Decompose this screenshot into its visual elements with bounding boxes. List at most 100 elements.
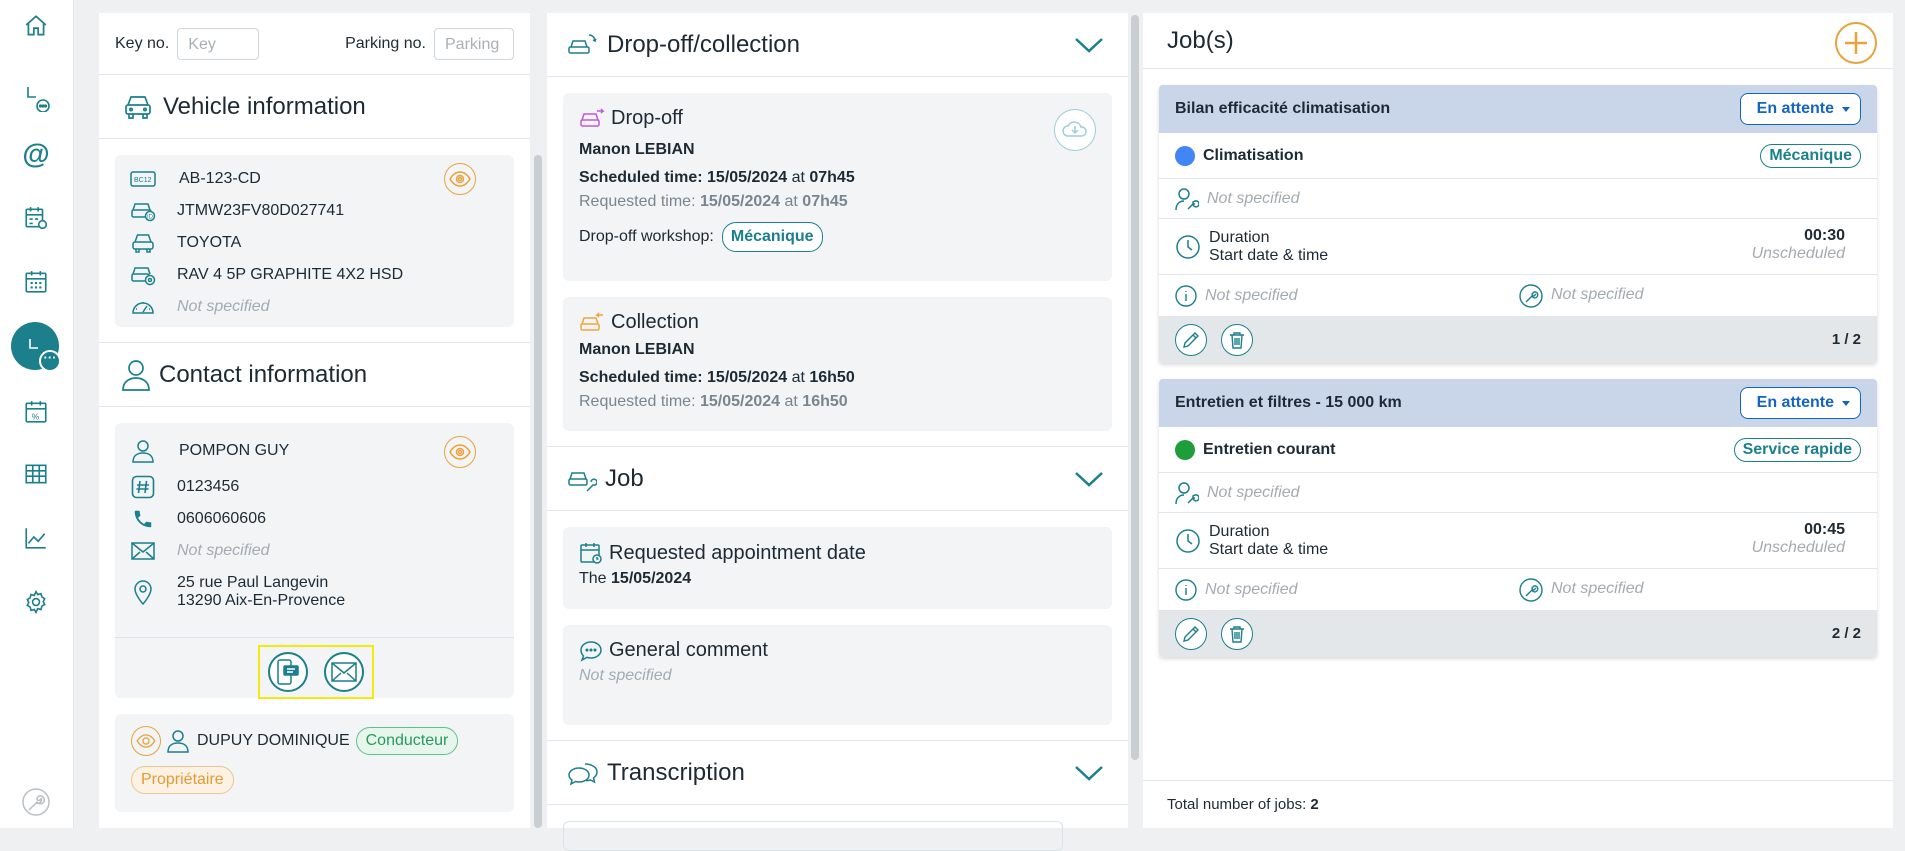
collection-scheduled-date: 15/05/2024 (707, 369, 788, 386)
appointment-card: Requested appointment date The 15/05/202… (563, 527, 1112, 609)
add-job-button[interactable] (1835, 22, 1877, 64)
category-color-dot (1175, 439, 1195, 460)
person-icon (167, 730, 189, 753)
home-icon[interactable] (16, 6, 56, 46)
left-scrollbar[interactable] (534, 155, 542, 828)
start-label: Start date & time (1209, 246, 1329, 264)
collection-scheduled-label: Scheduled time: (579, 369, 703, 386)
calendar-icon (580, 543, 602, 564)
wrench-icon (1519, 284, 1543, 308)
info-value: Not specified (1205, 580, 1298, 598)
contact-eye-icon[interactable] (444, 436, 476, 468)
chevron-down-icon (1075, 472, 1103, 487)
settings-gear-icon[interactable] (16, 582, 56, 622)
dropoff-collection-header[interactable]: Drop-off/collection (547, 13, 1128, 77)
planning-board-icon[interactable] (16, 198, 56, 238)
info-icon (1175, 284, 1197, 307)
collection-card: Collection Manon LEBIAN Scheduled time: … (563, 297, 1112, 431)
chevron-down-icon (1075, 38, 1103, 53)
table-icon[interactable] (16, 454, 56, 494)
job-title: Bilan efficacité climatisation (1175, 100, 1391, 117)
job-header[interactable]: Job (547, 447, 1128, 511)
parking-label: Parking no. (345, 34, 426, 52)
wrench-icon (1519, 578, 1543, 602)
promo-calendar-icon[interactable]: % (16, 392, 56, 432)
collection-requested-time: 16h50 (802, 393, 848, 410)
email-row: Not specified (115, 535, 514, 567)
transcription-title: Transcription (607, 758, 745, 786)
status-dropdown[interactable]: En attente (1739, 387, 1861, 419)
delete-trash-icon[interactable] (1221, 618, 1253, 650)
person-icon (122, 359, 150, 391)
send-email-icon[interactable] (324, 652, 364, 692)
send-sms-icon[interactable] (268, 652, 308, 692)
email-at-icon[interactable]: @ (16, 134, 56, 174)
tool-value: Not specified (1551, 580, 1644, 597)
dropoff-scheduled-label: Scheduled time: (579, 169, 703, 186)
parking-input[interactable]: Parking (434, 27, 514, 60)
more-dots-icon: ··· (39, 350, 61, 372)
transcription-header[interactable]: Transcription (547, 741, 1128, 805)
delete-trash-icon[interactable] (1221, 324, 1253, 356)
job-title: Entretien et filtres - 15 000 km (1175, 394, 1402, 411)
workflow-active-nav[interactable]: ··· (11, 322, 61, 372)
speech-bubble-icon (580, 640, 602, 662)
cloud-sync-icon[interactable] (1054, 109, 1096, 151)
person-icon (129, 439, 157, 463)
eye-icon[interactable] (444, 163, 476, 195)
start-value: Unscheduled (1751, 245, 1845, 262)
model-value: RAV 4 5P GRAPHITE 4X2 HSD (177, 266, 404, 283)
jobs-column: Job(s) Bilan efficacité climatisation En… (1143, 13, 1893, 828)
plate-value: AB-123-CD (179, 170, 261, 187)
key-input[interactable]: Key (177, 27, 260, 60)
status-dropdown[interactable]: En attente (1739, 93, 1861, 125)
car-id-icon: ID (129, 200, 157, 222)
workshop-label: Drop-off workshop: (579, 228, 714, 245)
transcription-box[interactable] (563, 821, 1063, 851)
car-front-icon (129, 232, 157, 254)
chart-icon[interactable] (16, 518, 56, 558)
contact-name: POMPON GUY (179, 442, 290, 459)
driver-eye-icon[interactable] (131, 726, 161, 756)
vehicle-card: BC12 AB-123-CD ID JTMW23FV80D027741 TOYO… (115, 155, 514, 327)
car-icon (125, 95, 151, 119)
brand-value: TOYOTA (177, 234, 242, 251)
job-category-row: Climatisation Mécanique (1159, 133, 1877, 179)
dropoff-scheduled-date: 15/05/2024 (707, 169, 788, 186)
account-value: 0123456 (177, 478, 240, 495)
calendar-icon[interactable] (16, 262, 56, 302)
dropoff-requested-date: 15/05/2024 (699, 193, 781, 210)
jobs-header: Job(s) (1143, 13, 1893, 69)
dropoff-car-icon (580, 107, 605, 127)
duration-value: 00:30 (1804, 227, 1845, 244)
chevron-down-icon (1075, 766, 1103, 781)
total-jobs-value: 2 (1310, 796, 1319, 813)
at-label: at (791, 369, 805, 386)
contact-card: POMPON GUY 0123456 0606060606 Not specif… (115, 423, 514, 699)
dropoff-collection-title: Drop-off/collection (607, 30, 800, 58)
category-color-dot (1175, 145, 1195, 166)
duration-value: 00:45 (1804, 521, 1845, 538)
middle-column: Drop-off/collection Drop-off Manon LEBIA… (547, 13, 1128, 851)
comment-title: General comment (609, 639, 768, 661)
technician-row: Not specified (1159, 473, 1877, 513)
dropoff-requested-label: Requested time: (579, 193, 696, 210)
clock-icon (1176, 528, 1200, 553)
dropoff-title: Drop-off (611, 107, 683, 129)
registration-plate-icon: BC12 (129, 170, 157, 188)
chat-bubbles-icon (568, 762, 598, 785)
phone-icon (129, 508, 157, 530)
car-settings-icon (129, 264, 157, 286)
job-header: Bilan efficacité climatisation En attent… (1159, 85, 1877, 133)
workshop-badge: Mécanique (721, 222, 823, 252)
hash-icon (129, 475, 157, 499)
edit-pencil-icon[interactable] (1175, 324, 1207, 356)
edit-pencil-icon[interactable] (1175, 618, 1207, 650)
workflow-more-icon[interactable] (16, 78, 56, 118)
address-row: 25 rue Paul Langevin 13290 Aix-En-Proven… (115, 567, 514, 617)
middle-scrollbar[interactable] (1131, 15, 1139, 760)
svg-text:BC12: BC12 (134, 177, 152, 184)
wrench-icon[interactable] (16, 782, 56, 822)
job-category: Climatisation (1203, 146, 1304, 164)
appointment-title: Requested appointment date (609, 541, 866, 564)
